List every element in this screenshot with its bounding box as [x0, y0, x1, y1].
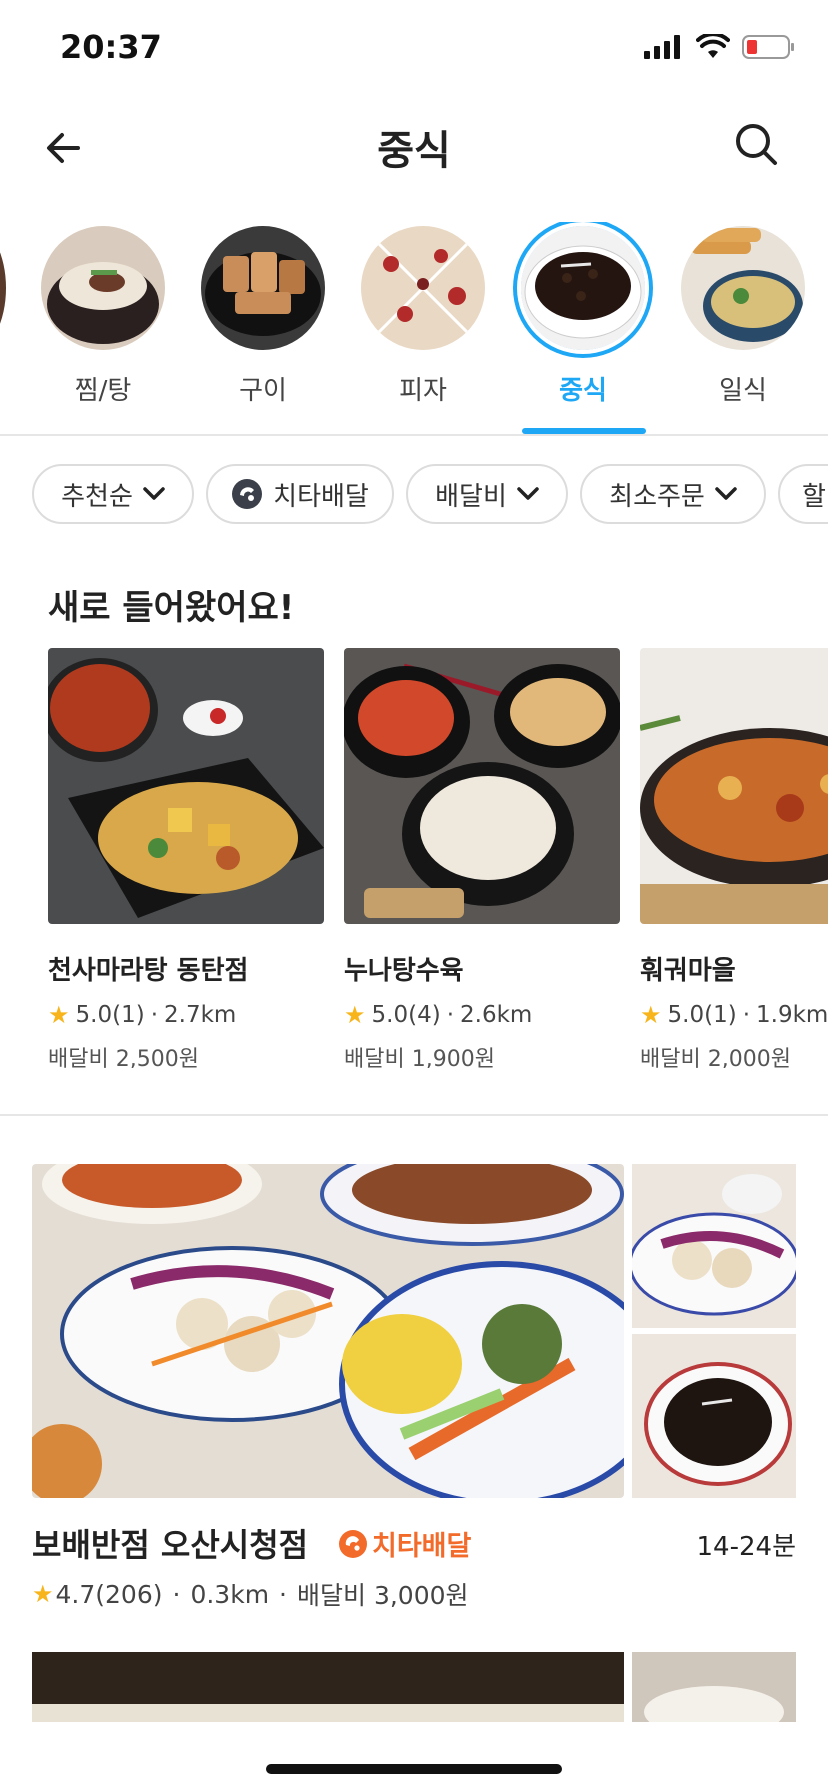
wifi-icon — [696, 34, 730, 58]
chip-label: 최소주문 — [609, 481, 705, 512]
category-label: 피자 — [399, 376, 447, 406]
store-rating: 5.0(1) — [75, 1002, 145, 1028]
category-thumb — [521, 226, 645, 350]
category-label: 구이 — [239, 376, 287, 406]
featured-side-photo — [632, 1334, 796, 1498]
store-distance: 2.6km — [460, 1002, 533, 1028]
store-delivery-fee: 배달비 2,000원 — [640, 1047, 791, 1068]
store-card[interactable]: 누나탕수육 ★ 5.0(4) · 2.6km 배달비 1,900원 — [344, 648, 620, 1068]
divider — [0, 434, 828, 436]
store-photo — [48, 648, 324, 924]
signal-icon — [644, 35, 680, 59]
chip-label: 치타배달 — [273, 481, 369, 512]
category-grill[interactable]: 구이 — [198, 226, 328, 407]
cheetah-icon — [339, 1529, 367, 1558]
category-partial-thumb — [0, 226, 6, 350]
status-time: 20:37 — [60, 28, 162, 66]
badge-label: 치타배달 — [372, 1531, 472, 1562]
star-icon: ★ — [32, 1580, 54, 1608]
store-name: 훠궈마을 — [640, 956, 736, 986]
chevron-down-icon — [517, 487, 539, 500]
category-pizza[interactable]: 피자 — [358, 226, 488, 407]
chip-label: 할 — [802, 481, 826, 512]
category-label: 찜/탕 — [74, 376, 132, 406]
chip-label: 배달비 — [435, 481, 507, 512]
store-rating: 5.0(4) — [371, 1002, 441, 1028]
home-indicator[interactable] — [266, 1764, 562, 1774]
store-card[interactable]: 훠궈마을 ★ 5.0(1) · 1.9km 배달비 2,000원 — [640, 648, 828, 1068]
featured-store-name: 보배반점 오산시청점 — [32, 1526, 309, 1564]
category-tabs: 찜/탕 구이 피자 중식 일식 — [0, 222, 828, 436]
store-name: 천사마라탕 동탄점 — [48, 956, 249, 986]
store-card[interactable]: 천사마라탕 동탄점 ★ 5.0(1) · 2.7km 배달비 2,500원 — [48, 648, 324, 1068]
featured-main-photo — [32, 1164, 624, 1498]
featured-rating: 4.7(206) — [55, 1579, 163, 1609]
delivery-fee-chip[interactable]: 배달비 — [406, 464, 568, 524]
new-store-carousel: 천사마라탕 동탄점 ★ 5.0(1) · 2.7km 배달비 2,500원 누나… — [48, 648, 828, 1068]
star-icon: ★ — [48, 1001, 70, 1029]
cheetah-delivery-badge: 치타배달 — [338, 1524, 471, 1563]
page-title: 중식 — [377, 128, 451, 174]
header: 중식 — [0, 96, 828, 196]
category-jjim-tang[interactable]: 찜/탕 — [38, 226, 168, 407]
store-delivery-fee: 배달비 1,900원 — [344, 1047, 495, 1068]
store-photo — [640, 648, 828, 924]
status-bar: 20:37 — [0, 0, 828, 96]
store-distance: 2.7km — [164, 1002, 237, 1028]
featured-distance: 0.3km — [190, 1579, 270, 1609]
chip-label: 추천순 — [61, 481, 133, 512]
category-thumb — [41, 226, 165, 350]
next-store-card-preview[interactable] — [32, 1652, 796, 1722]
category-thumb — [201, 226, 325, 350]
store-rating: 5.0(1) — [667, 1002, 737, 1028]
status-icons — [644, 34, 796, 60]
category-japanese[interactable]: 일식 — [678, 226, 808, 407]
featured-delivery-fee: 배달비 3,000원 — [297, 1581, 469, 1610]
separator-dot: · — [742, 1002, 750, 1028]
store-photo — [344, 648, 620, 924]
category-thumb — [681, 226, 805, 350]
featured-meta: ★ 4.7(206) · 0.3km · 배달비 3,000원 — [32, 1576, 469, 1612]
separator-dot: · — [150, 1002, 158, 1028]
store-meta: ★ 5.0(1) · 2.7km — [48, 1001, 324, 1029]
filter-bar: 추천순 치타배달 배달비 최소주문 할 — [0, 464, 828, 528]
category-label: 일식 — [719, 376, 767, 406]
chevron-down-icon — [715, 487, 737, 500]
category-chinese[interactable]: 중식 — [518, 226, 648, 407]
min-order-chip[interactable]: 최소주문 — [580, 464, 766, 524]
store-meta: ★ 5.0(1) · 1.9km — [640, 1001, 828, 1029]
separator-dot: · — [279, 1579, 287, 1609]
section-title: 새로 들어왔어요! — [48, 588, 295, 628]
category-label: 중식 — [559, 376, 607, 406]
discount-chip[interactable]: 할 — [778, 464, 828, 524]
category-thumb — [361, 226, 485, 350]
delivery-time: 14-24분 — [696, 1532, 796, 1562]
star-icon: ★ — [344, 1001, 366, 1029]
store-distance: 1.9km — [756, 1002, 828, 1028]
cheetah-icon — [232, 479, 263, 509]
sort-filter-chip[interactable]: 추천순 — [32, 464, 194, 524]
store-name: 누나탕수육 — [344, 956, 464, 986]
cheetah-delivery-chip[interactable]: 치타배달 — [206, 464, 394, 524]
separator-dot: · — [446, 1002, 454, 1028]
star-icon: ★ — [640, 1001, 662, 1029]
battery-icon — [742, 35, 794, 59]
chevron-down-icon — [143, 487, 165, 500]
store-meta: ★ 5.0(4) · 2.6km — [344, 1001, 620, 1029]
store-delivery-fee: 배달비 2,500원 — [48, 1047, 199, 1068]
search-icon[interactable] — [732, 120, 780, 168]
featured-side-photo — [632, 1164, 796, 1328]
separator-dot: · — [172, 1579, 181, 1609]
divider — [0, 1114, 828, 1116]
